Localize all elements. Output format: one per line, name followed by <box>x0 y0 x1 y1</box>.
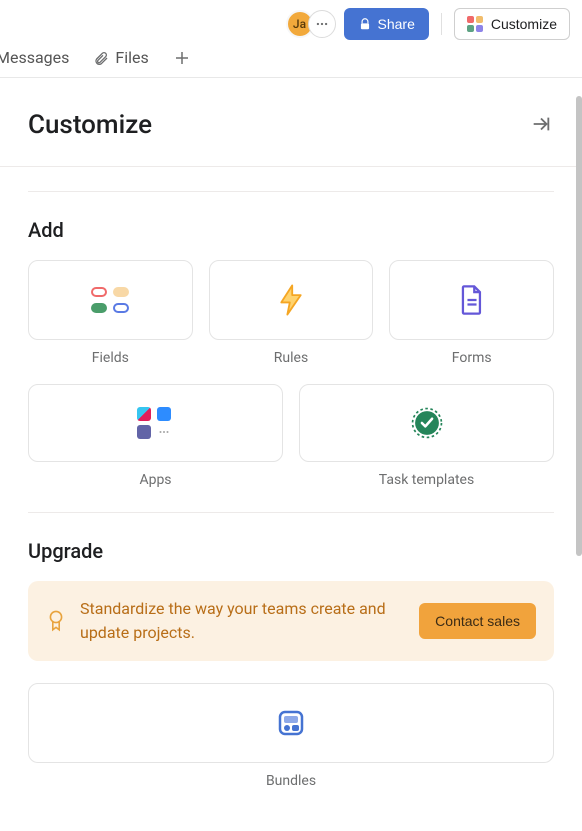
card-label: Rules <box>274 350 308 366</box>
page-title: Customize <box>28 110 152 140</box>
separator <box>441 13 442 35</box>
add-tab-button[interactable] <box>173 49 191 67</box>
add-cards-row-1: Fields Rules Forms <box>28 260 554 366</box>
contact-sales-button[interactable]: Contact sales <box>419 603 536 639</box>
tab-files[interactable]: Files <box>93 48 148 67</box>
upgrade-banner: Standardize the way your teams create an… <box>28 581 554 661</box>
card-forms[interactable]: Forms <box>389 260 554 366</box>
card-label: Apps <box>139 472 171 488</box>
panel-header: Customize <box>0 78 582 167</box>
section-title-upgrade: Upgrade <box>28 539 554 563</box>
ribbon-icon <box>46 609 66 633</box>
bundles-icon <box>275 707 307 739</box>
share-button[interactable]: Share <box>344 8 429 40</box>
separator <box>28 191 554 192</box>
card-label: Bundles <box>266 773 316 789</box>
separator <box>28 512 554 513</box>
share-button-label: Share <box>378 16 415 32</box>
form-icon <box>458 283 486 317</box>
check-badge-icon <box>410 406 444 440</box>
card-label: Forms <box>452 350 492 366</box>
card-bundles[interactable]: Bundles <box>28 683 554 789</box>
tab-label: Files <box>115 48 148 67</box>
top-bar: Ja Share Customize <box>0 0 582 48</box>
tab-messages[interactable]: Messages <box>0 48 69 67</box>
card-task-templates[interactable]: Task templates <box>299 384 554 488</box>
section-title-add: Add <box>28 218 554 242</box>
card-rules[interactable]: Rules <box>209 260 374 366</box>
ellipsis-icon <box>315 17 329 31</box>
tab-label: Messages <box>0 48 69 67</box>
customize-button-label: Customize <box>491 16 557 32</box>
customize-button[interactable]: Customize <box>454 8 570 40</box>
upgrade-banner-text: Standardize the way your teams create an… <box>80 597 405 645</box>
fields-icon <box>90 286 130 314</box>
card-label: Fields <box>92 350 129 366</box>
upgrade-cards-row: Bundles <box>28 683 554 789</box>
customize-icon <box>467 16 483 32</box>
card-label: Task templates <box>379 472 474 488</box>
card-apps[interactable]: Apps <box>28 384 283 488</box>
collapse-icon <box>530 113 552 135</box>
attachment-icon <box>93 50 109 66</box>
collapse-panel-button[interactable] <box>530 113 554 137</box>
lightning-icon <box>276 283 306 317</box>
scrollbar[interactable] <box>576 96 582 816</box>
panel-body: Add Fields Rules Forms <box>0 191 582 789</box>
add-cards-row-2: Apps Task templates <box>28 384 554 488</box>
more-button[interactable] <box>308 10 336 38</box>
tabs-row: Messages Files <box>0 48 582 78</box>
scrollbar-thumb[interactable] <box>576 96 582 556</box>
lock-icon <box>358 17 372 31</box>
card-fields[interactable]: Fields <box>28 260 193 366</box>
apps-icon <box>137 407 175 439</box>
plus-icon <box>173 49 191 67</box>
